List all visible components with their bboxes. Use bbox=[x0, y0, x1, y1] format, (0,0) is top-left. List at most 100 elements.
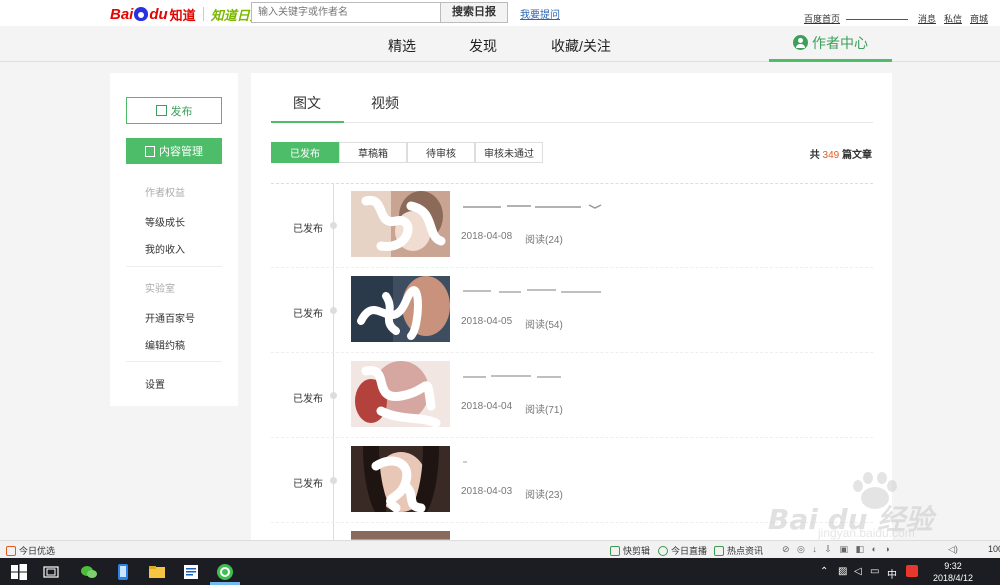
news-icon bbox=[714, 545, 724, 556]
nav-discover[interactable]: 发现 bbox=[469, 36, 497, 56]
clip-icon bbox=[610, 545, 620, 556]
timeline-dot bbox=[330, 222, 337, 229]
mall-link[interactable]: 商城 bbox=[970, 12, 988, 25]
section-author-rights: 作者权益 bbox=[145, 188, 185, 199]
ime-indicator[interactable]: 中 bbox=[887, 566, 897, 581]
task-view-icon[interactable] bbox=[42, 563, 60, 581]
messages-link[interactable]: 消息 bbox=[918, 12, 936, 25]
hot-news-label: 热点资讯 bbox=[727, 546, 764, 556]
document-app-icon[interactable] bbox=[182, 563, 200, 581]
content-type-tabs: 图文 视频 bbox=[271, 73, 873, 123]
article-reads: 阅读(24) bbox=[525, 235, 563, 246]
publish-label: 发布 bbox=[170, 105, 193, 118]
logo-bai: Bai bbox=[110, 5, 134, 23]
content-manage-label: 内容管理 bbox=[159, 146, 203, 158]
tray-chevron-icon[interactable]: ⌃ bbox=[820, 566, 828, 577]
timeline-dot bbox=[330, 307, 337, 314]
nav-featured[interactable]: 精选 bbox=[388, 36, 416, 56]
clock-time: 9:32 bbox=[944, 561, 962, 571]
wechat-icon[interactable] bbox=[80, 563, 98, 581]
sidebar-item-my-income[interactable]: 我的收入 bbox=[145, 241, 185, 256]
list-item[interactable]: 已发布 2018-04-08 阅读(24) bbox=[271, 183, 873, 268]
sidebar-item-edit-invite[interactable]: 编辑约稿 bbox=[145, 337, 185, 352]
baidu-zhidao-logo[interactable]: Bai du 知道 知道日报 bbox=[110, 5, 263, 23]
clock-date: 2018/4/12 bbox=[932, 573, 974, 583]
tab-video[interactable]: 视频 bbox=[371, 93, 399, 113]
timeline-dot bbox=[330, 392, 337, 399]
browser-icon[interactable] bbox=[216, 563, 234, 581]
baidu-home-link[interactable]: 百度首页 bbox=[804, 12, 840, 25]
username-redacted[interactable] bbox=[846, 19, 908, 20]
play-icon bbox=[658, 545, 668, 556]
filter-rejected[interactable]: 审核未通过 bbox=[475, 142, 543, 163]
section-lab: 实验室 bbox=[145, 284, 175, 295]
tab-image-text[interactable]: 图文 bbox=[293, 93, 321, 113]
filter-drafts[interactable]: 草稿箱 bbox=[339, 142, 407, 163]
timeline-dot bbox=[330, 477, 337, 484]
article-status: 已发布 bbox=[293, 309, 323, 320]
article-status: 已发布 bbox=[293, 224, 323, 235]
sidebar-item-settings[interactable]: 设置 bbox=[145, 376, 165, 391]
private-message-link[interactable]: 私信 bbox=[944, 12, 962, 25]
main-panel: 图文 视频 已发布 草稿箱 待审核 审核未通过 共 349 篇文章 已发布 20… bbox=[251, 73, 892, 543]
device-app-icon[interactable] bbox=[114, 563, 132, 581]
gift-icon bbox=[6, 545, 16, 556]
count-suffix: 篇文章 bbox=[842, 150, 872, 161]
list-item[interactable]: 已发布 2018-04-03 阅读(23) bbox=[271, 438, 873, 523]
ask-question-link[interactable]: 我要提问 bbox=[520, 6, 560, 21]
count-prefix: 共 bbox=[809, 150, 820, 161]
search-button[interactable]: 搜索日报 bbox=[440, 2, 508, 23]
browser-status-bar: 今日优选 快剪辑 今日直播 热点资讯 ⊘ ◎ ↓ ⇩ ▣ ◧ ◐ ◑ ◁) 10… bbox=[0, 540, 1000, 558]
file-explorer-icon[interactable] bbox=[148, 563, 166, 581]
content-manage-button[interactable]: 内容管理 bbox=[126, 138, 222, 164]
today-live[interactable]: 今日直播 bbox=[658, 544, 707, 557]
sidebar: 发布 内容管理 作者权益 等级成长 我的收入 实验室 开通百家号 编辑约稿 设置 bbox=[110, 73, 238, 406]
article-reads: 阅读(54) bbox=[525, 320, 563, 331]
article-thumbnail[interactable] bbox=[351, 191, 450, 257]
publish-button[interactable]: 发布 bbox=[126, 97, 222, 124]
article-thumbnail[interactable] bbox=[351, 446, 450, 512]
status-filters: 已发布 草稿箱 待审核 审核未通过 bbox=[271, 142, 543, 163]
nav-author-center[interactable]: 作者中心 bbox=[769, 26, 892, 62]
toolbar-icons[interactable]: ⊘ ◎ ↓ ⇩ ▣ ◧ ◐ ◑ bbox=[782, 544, 890, 555]
quick-clip-label: 快剪辑 bbox=[623, 546, 651, 556]
today-pick-label: 今日优选 bbox=[19, 546, 56, 556]
sidebar-item-level-growth[interactable]: 等级成长 bbox=[145, 214, 185, 229]
hot-news[interactable]: 热点资讯 bbox=[714, 544, 763, 557]
list-item[interactable]: 已发布 2018-04-04 阅读(71) bbox=[271, 353, 873, 438]
top-bar: Bai du 知道 知道日报 搜索日报 我要提问 百度首页 消息 私信 商城 bbox=[0, 0, 1000, 26]
divider bbox=[126, 266, 222, 267]
article-thumbnail[interactable] bbox=[351, 361, 450, 427]
article-thumbnail[interactable] bbox=[351, 276, 450, 342]
system-clock[interactable]: 9:32 2018/4/12 bbox=[928, 560, 978, 584]
article-status: 已发布 bbox=[293, 479, 323, 490]
article-title-redacted[interactable] bbox=[461, 371, 621, 381]
volume-icon[interactable]: ◁ bbox=[854, 566, 862, 577]
windows-start-icon[interactable] bbox=[10, 563, 28, 581]
article-title-redacted[interactable] bbox=[461, 201, 621, 211]
active-tab-indicator bbox=[271, 121, 344, 123]
speaker-icon[interactable]: ◁) bbox=[948, 544, 958, 555]
today-pick[interactable]: 今日优选 bbox=[6, 544, 55, 557]
quick-clip[interactable]: 快剪辑 bbox=[610, 544, 650, 557]
zoom-level[interactable]: 100 bbox=[988, 544, 1000, 554]
filter-published[interactable]: 已发布 bbox=[271, 142, 339, 163]
nav-favorites[interactable]: 收藏/关注 bbox=[551, 36, 611, 56]
filter-pending[interactable]: 待审核 bbox=[407, 142, 475, 163]
article-title-redacted[interactable] bbox=[461, 286, 621, 296]
article-status: 已发布 bbox=[293, 394, 323, 405]
document-icon bbox=[145, 145, 155, 157]
logo-divider bbox=[202, 7, 204, 21]
article-date: 2018-04-04 bbox=[461, 401, 513, 412]
sidebar-item-open-baijiahao[interactable]: 开通百家号 bbox=[145, 310, 195, 325]
logo-du: du bbox=[149, 5, 168, 23]
list-item[interactable]: 已发布 2018-04-05 阅读(54) bbox=[271, 268, 873, 353]
divider bbox=[126, 361, 222, 362]
battery-icon[interactable]: ▭ bbox=[870, 566, 879, 577]
main-nav: 精选 发现 收藏/关注 作者中心 bbox=[0, 26, 1000, 62]
sogou-ime-icon[interactable] bbox=[906, 565, 918, 577]
windows-taskbar: ⌃ ▨ ◁ ▭ 中 9:32 2018/4/12 bbox=[0, 558, 1000, 585]
network-icon[interactable]: ▨ bbox=[838, 566, 847, 577]
article-title-redacted[interactable] bbox=[461, 456, 621, 466]
search-input[interactable] bbox=[251, 2, 441, 23]
